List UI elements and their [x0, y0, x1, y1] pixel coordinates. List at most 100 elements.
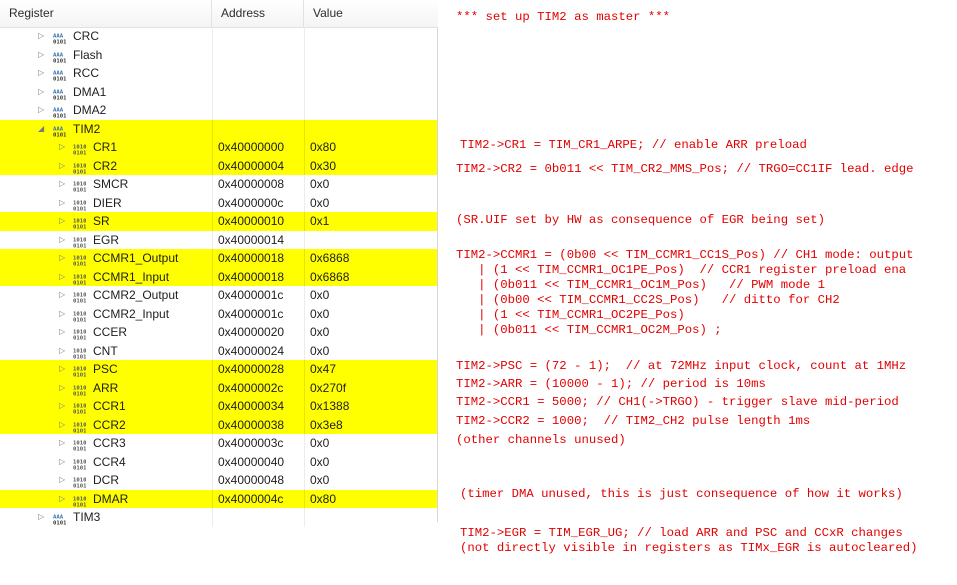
collapsed-arrow-icon[interactable]: ▷: [59, 323, 65, 342]
register-value[interactable]: 0x0: [310, 305, 329, 324]
register-value[interactable]: 0x0: [310, 434, 329, 453]
collapsed-arrow-icon[interactable]: ▷: [59, 453, 65, 472]
register-address: 0x40000000: [218, 140, 285, 154]
column-divider: [212, 397, 213, 416]
register-value[interactable]: 0x30: [310, 157, 336, 176]
column-header-register[interactable]: Register: [0, 0, 212, 27]
tree-row-register[interactable]: ▷ 1010 0101 CCR2 0x40000038 0x3e8: [0, 415, 437, 435]
collapsed-arrow-icon[interactable]: ▷: [59, 305, 65, 324]
register-value[interactable]: 0x1: [310, 212, 329, 231]
tree-row-register[interactable]: ▷ 1010 0101 DMAR 0x4000004c 0x80: [0, 489, 437, 509]
column-divider: [304, 119, 305, 138]
svg-text:0101: 0101: [73, 354, 86, 359]
register-value[interactable]: 0x0: [310, 471, 329, 490]
register-name: Flash: [73, 47, 103, 62]
tree-row-register[interactable]: ▷ 1010 0101 CCR1 0x40000034 0x1388: [0, 397, 437, 416]
peripheral-icon: AAA 0101: [53, 31, 67, 46]
tree-row-peripheral[interactable]: ▷ AAA 0101 DMA2: [0, 101, 437, 120]
register-icon: 1010 0101: [73, 198, 87, 212]
tree-row-register[interactable]: ▷ 1010 0101 PSC 0x40000028 0x47: [0, 360, 437, 379]
register-name: CR2: [93, 158, 118, 173]
tree-row-register[interactable]: ▷ 1010 0101 CCMR1_Output 0x40000018 0x6868: [0, 249, 437, 268]
register-value[interactable]: 0x47: [310, 360, 336, 379]
tree-row-peripheral[interactable]: ◢ AAA 0101 TIM2: [0, 119, 437, 139]
svg-text:0101: 0101: [73, 280, 86, 285]
collapsed-arrow-icon[interactable]: ▷: [59, 212, 65, 231]
column-header-address[interactable]: Address: [212, 0, 304, 27]
register-value[interactable]: 0x3e8: [310, 416, 343, 435]
svg-text:0101: 0101: [73, 502, 86, 507]
register-value[interactable]: 0x0: [310, 175, 329, 194]
tree-row-peripheral[interactable]: ▷ AAA 0101 TIM3: [0, 508, 437, 527]
tree-row-register[interactable]: ▷ 1010 0101 SMCR 0x40000008 0x0: [0, 175, 437, 194]
column-divider: [212, 27, 213, 46]
tree-row-register[interactable]: ▷ 1010 0101 ARR 0x4000002c 0x270f: [0, 378, 437, 398]
register-address: 0x4000001c: [218, 288, 284, 302]
tree-row-register[interactable]: ▷ 1010 0101 CCMR2_Input 0x4000001c 0x0: [0, 304, 437, 324]
register-value[interactable]: 0x0: [310, 194, 329, 213]
collapsed-arrow-icon[interactable]: ▷: [59, 416, 65, 435]
column-divider: [304, 45, 305, 64]
collapsed-arrow-icon[interactable]: ▷: [38, 508, 44, 527]
tree-row-register[interactable]: ▷ 1010 0101 CNT 0x40000024 0x0: [0, 341, 437, 361]
register-value[interactable]: 0x0: [310, 453, 329, 472]
note-header: *** set up TIM2 as master ***: [456, 10, 671, 24]
expanded-arrow-icon[interactable]: ◢: [38, 120, 44, 139]
collapsed-arrow-icon[interactable]: ▷: [38, 101, 44, 120]
collapsed-arrow-icon[interactable]: ▷: [59, 342, 65, 361]
peripheral-icon: AAA 0101: [53, 68, 67, 83]
register-value[interactable]: 0x0: [310, 323, 329, 342]
collapsed-arrow-icon[interactable]: ▷: [59, 360, 65, 379]
tree-row-register[interactable]: ▷ 1010 0101 DIER 0x4000000c 0x0: [0, 193, 437, 213]
register-name: CCR3: [93, 436, 126, 450]
collapsed-arrow-icon[interactable]: ▷: [59, 379, 65, 398]
tree-row-register[interactable]: ▷ 1010 0101 CCER 0x40000020 0x0: [0, 323, 437, 342]
tree-row-register[interactable]: ▷ 1010 0101 CCMR2_Output 0x4000001c 0x0: [0, 286, 437, 305]
tree-row-register[interactable]: ▷ 1010 0101 CCR4 0x40000040 0x0: [0, 452, 437, 472]
collapsed-arrow-icon[interactable]: ▷: [59, 434, 65, 453]
collapsed-arrow-icon[interactable]: ▷: [38, 46, 44, 65]
register-value[interactable]: 0x6868: [310, 268, 349, 287]
register-value[interactable]: 0x0: [310, 342, 329, 361]
column-divider: [212, 212, 213, 231]
register-value[interactable]: 0x80: [310, 138, 336, 157]
column-divider: [212, 489, 213, 508]
tree-row-register[interactable]: ▷ 1010 0101 SR 0x40000010 0x1: [0, 212, 437, 231]
collapsed-arrow-icon[interactable]: ▷: [59, 231, 65, 250]
tree-row-peripheral[interactable]: ▷ AAA 0101 RCC: [0, 64, 437, 83]
column-divider: [304, 138, 305, 157]
register-value[interactable]: 0x6868: [310, 249, 349, 268]
column-header-value[interactable]: Value: [304, 0, 438, 27]
register-value[interactable]: 0x80: [310, 490, 336, 509]
collapsed-arrow-icon[interactable]: ▷: [59, 268, 65, 287]
collapsed-arrow-icon[interactable]: ▷: [38, 83, 44, 102]
svg-text:0101: 0101: [73, 428, 86, 433]
tree-row-register[interactable]: ▷ 1010 0101 DCR 0x40000048 0x0: [0, 471, 437, 490]
collapsed-arrow-icon[interactable]: ▷: [38, 27, 44, 46]
svg-text:0101: 0101: [73, 409, 86, 414]
collapsed-arrow-icon[interactable]: ▷: [59, 397, 65, 416]
collapsed-arrow-icon[interactable]: ▷: [59, 490, 65, 509]
tree-row-register[interactable]: ▷ 1010 0101 CR2 0x40000004 0x30: [0, 156, 437, 176]
collapsed-arrow-icon[interactable]: ▷: [59, 175, 65, 194]
tree-row-peripheral[interactable]: ▷ AAA 0101 DMA1: [0, 82, 437, 102]
svg-text:0101: 0101: [73, 465, 86, 470]
register-icon: 1010 0101: [73, 235, 87, 249]
register-address: 0x4000002c: [218, 380, 284, 395]
tree-row-register[interactable]: ▷ 1010 0101 CR1 0x40000000 0x80: [0, 138, 437, 157]
collapsed-arrow-icon[interactable]: ▷: [59, 138, 65, 157]
register-value[interactable]: 0x0: [310, 286, 329, 305]
tree-row-register[interactable]: ▷ 1010 0101 CCMR1_Input 0x40000018 0x6868: [0, 267, 437, 287]
register-value[interactable]: 0x270f: [310, 379, 346, 398]
register-value[interactable]: 0x1388: [310, 397, 349, 416]
collapsed-arrow-icon[interactable]: ▷: [59, 194, 65, 213]
tree-row-register[interactable]: ▷ 1010 0101 EGR 0x40000014: [0, 230, 437, 250]
tree-row-peripheral[interactable]: ▷ AAA 0101 Flash: [0, 45, 437, 65]
collapsed-arrow-icon[interactable]: ▷: [59, 286, 65, 305]
collapsed-arrow-icon[interactable]: ▷: [38, 64, 44, 83]
tree-row-register[interactable]: ▷ 1010 0101 CCR3 0x4000003c 0x0: [0, 434, 437, 453]
collapsed-arrow-icon[interactable]: ▷: [59, 249, 65, 268]
collapsed-arrow-icon[interactable]: ▷: [59, 471, 65, 490]
collapsed-arrow-icon[interactable]: ▷: [59, 157, 65, 176]
tree-row-peripheral[interactable]: ▷ AAA 0101 CRC: [0, 27, 437, 46]
